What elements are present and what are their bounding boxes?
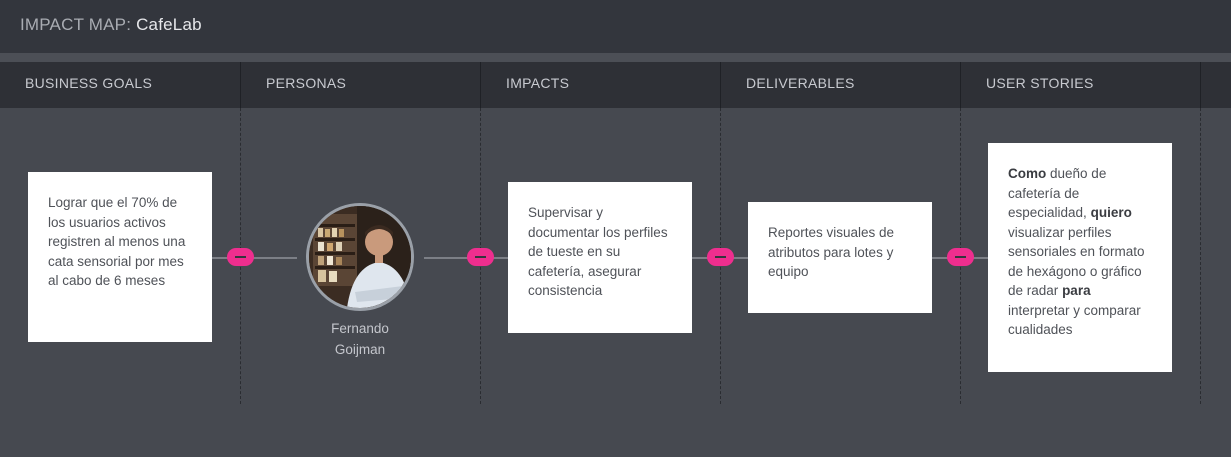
story-keyword-for: para — [1062, 283, 1091, 298]
impact-card[interactable]: Supervisar y documentar los perfiles de … — [508, 182, 692, 333]
column-header-deliverables: DELIVERABLES — [721, 62, 961, 108]
persona-name: Fernando Goijman — [300, 318, 420, 360]
column-header-personas: PERSONAS — [241, 62, 481, 108]
story-keyword-as: Como — [1008, 166, 1047, 181]
business-goal-card[interactable]: Lograr que el 70% de los usuarios activo… — [28, 172, 212, 342]
collapse-toggle-icon[interactable] — [707, 248, 734, 266]
project-name: CafeLab — [136, 15, 202, 34]
collapse-toggle-icon[interactable] — [947, 248, 974, 266]
column-label: BUSINESS GOALS — [25, 75, 153, 91]
deliverable-text: Reportes visuales de atributos para lote… — [768, 225, 895, 279]
column-header-impacts: IMPACTS — [481, 62, 721, 108]
impact-text: Supervisar y documentar los perfiles de … — [528, 205, 668, 298]
persona-avatar[interactable] — [306, 203, 414, 311]
page-title: IMPACT MAP: CafeLab — [20, 15, 202, 35]
business-goal-text: Lograr que el 70% de los usuarios activo… — [48, 195, 186, 288]
story-benefit: interpretar y comparar cualidades — [1008, 302, 1141, 338]
column-label: PERSONAS — [266, 75, 347, 91]
persona-last-name: Goijman — [334, 342, 386, 357]
column-header-user-stories: USER STORIES — [961, 62, 1201, 108]
deliverable-card[interactable]: Reportes visuales de atributos para lote… — [748, 202, 932, 313]
column-label: DELIVERABLES — [746, 75, 855, 91]
user-story-card[interactable]: Como dueño de cafetería de especialidad,… — [988, 143, 1172, 372]
column-header-business-goals: BUSINESS GOALS — [0, 62, 241, 108]
story-keyword-want: quiero — [1090, 205, 1132, 220]
title-prefix: IMPACT MAP: — [20, 15, 132, 34]
top-bar: IMPACT MAP: CafeLab — [0, 0, 1231, 53]
column-label: USER STORIES — [986, 75, 1094, 91]
connector-line — [211, 257, 297, 259]
collapse-toggle-icon[interactable] — [467, 248, 494, 266]
collapse-toggle-icon[interactable] — [227, 248, 254, 266]
header-divider — [0, 53, 1231, 62]
persona-photo — [309, 206, 411, 308]
column-label: IMPACTS — [506, 75, 570, 91]
persona-first-name: Fernando — [331, 321, 389, 336]
column-header-row: BUSINESS GOALS PERSONAS IMPACTS DELIVERA… — [0, 62, 1231, 108]
column-divider — [1200, 108, 1201, 404]
user-story-text: Como dueño de cafetería de especialidad,… — [1008, 164, 1152, 340]
